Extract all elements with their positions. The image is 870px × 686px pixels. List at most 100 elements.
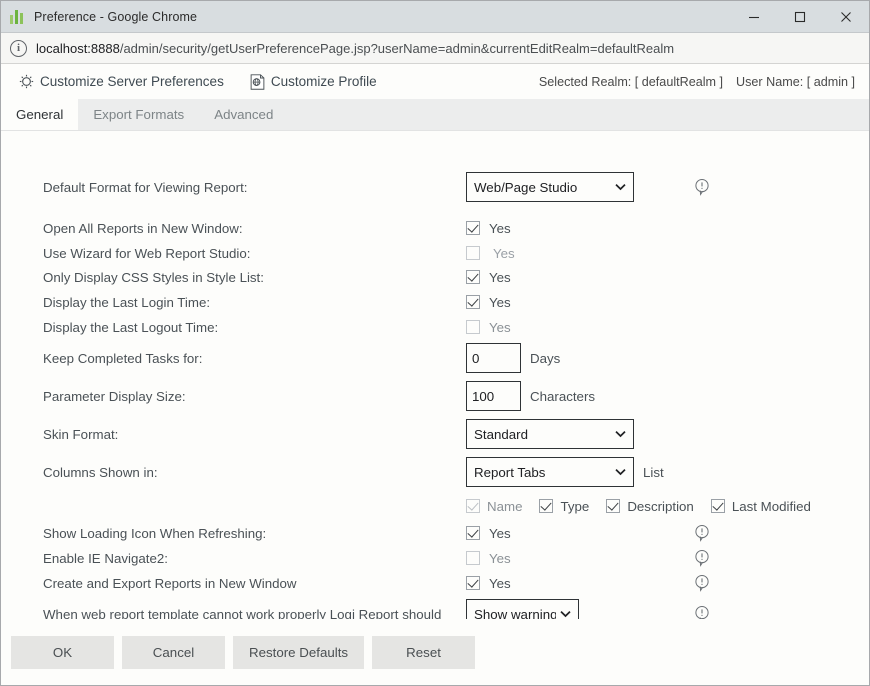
last-login-time-control: Yes	[466, 295, 511, 310]
row-parameter-display-size: Parameter Display Size: Characters	[1, 385, 869, 407]
customize-profile-link[interactable]: Customize Profile	[250, 74, 377, 90]
keep-completed-tasks-input[interactable]	[466, 343, 521, 373]
column-last-modified-label: Last Modified	[732, 499, 811, 514]
last-logout-time-control: Yes	[466, 320, 511, 335]
create-export-new-window-control: Yes	[466, 576, 511, 591]
site-info-icon[interactable]: i	[10, 40, 27, 57]
parameter-display-size-input[interactable]	[466, 381, 521, 411]
gear-icon	[19, 74, 34, 89]
use-wizard-label: Use Wizard for Web Report Studio:	[43, 246, 250, 261]
last-logout-time-label: Display the Last Logout Time:	[43, 320, 218, 335]
address-bar[interactable]: i localhost:8888/admin/security/getUserP…	[1, 33, 869, 64]
last-login-time-label: Display the Last Login Time:	[43, 295, 210, 310]
customize-profile-label: Customize Profile	[271, 74, 377, 89]
show-loading-icon-label: Show Loading Icon When Refreshing:	[43, 526, 266, 541]
open-all-reports-checkbox[interactable]	[466, 221, 480, 235]
use-wizard-yes: Yes	[493, 246, 515, 261]
close-icon[interactable]	[823, 1, 869, 32]
tab-general[interactable]: General	[1, 99, 78, 130]
parameter-display-size-unit: Characters	[530, 389, 595, 404]
column-last-modified-checkbox[interactable]	[711, 499, 725, 513]
open-all-reports-control: Yes	[466, 221, 511, 236]
show-loading-icon-control: Yes	[466, 526, 511, 541]
maximize-icon[interactable]	[777, 1, 823, 32]
window-title: Preference - Google Chrome	[34, 10, 197, 24]
cancel-button[interactable]: Cancel	[122, 636, 225, 669]
bar-chart-logo-icon	[10, 9, 26, 25]
hint-callout-icon-enable-ie[interactable]	[693, 549, 711, 567]
reset-button[interactable]: Reset	[372, 636, 475, 669]
default-format-label: Default Format for Viewing Report:	[43, 180, 247, 195]
form-actions: OK Cancel Restore Defaults Reset	[1, 619, 869, 685]
column-description-checkbox[interactable]	[606, 499, 620, 513]
parameter-display-size-label: Parameter Display Size:	[43, 389, 186, 404]
last-logout-time-yes: Yes	[489, 320, 511, 335]
row-use-wizard: Use Wizard for Web Report Studio: Yes	[1, 242, 869, 264]
customize-server-preferences-label: Customize Server Preferences	[40, 74, 224, 89]
create-export-new-window-yes: Yes	[489, 576, 511, 591]
toolbar-status: Selected Realm: [ defaultRealm ] User Na…	[539, 75, 855, 89]
use-wizard-checkbox[interactable]	[466, 246, 480, 260]
restore-defaults-button[interactable]: Restore Defaults	[233, 636, 364, 669]
only-css-styles-yes: Yes	[489, 270, 511, 285]
row-last-logout-time: Display the Last Logout Time: Yes	[1, 316, 869, 338]
column-checkbox-type[interactable]: Type	[539, 499, 589, 514]
row-columns-shown-in: Columns Shown in: Report Tabs List	[1, 461, 869, 483]
last-login-time-yes: Yes	[489, 295, 511, 310]
hint-callout-icon-show-loading[interactable]	[693, 524, 711, 542]
columns-shown-in-select-wrap: Report Tabs	[466, 457, 634, 487]
skin-format-label: Skin Format:	[43, 427, 118, 442]
window-controls	[731, 1, 869, 32]
row-column-checkboxes: Name Type Description Last Modified	[1, 495, 869, 517]
columns-shown-in-suffix: List	[643, 465, 664, 480]
column-checkbox-name[interactable]: Name	[466, 499, 522, 514]
only-css-styles-label: Only Display CSS Styles in Style List:	[43, 270, 264, 285]
user-name-label: User Name: [ admin ]	[736, 75, 855, 89]
columns-shown-in-control: Report Tabs List	[466, 457, 664, 487]
enable-ie-navigate2-checkbox[interactable]	[466, 551, 480, 565]
columns-shown-in-label: Columns Shown in:	[43, 465, 158, 480]
last-login-time-checkbox[interactable]	[466, 295, 480, 309]
only-css-styles-checkbox[interactable]	[466, 270, 480, 284]
show-loading-icon-checkbox[interactable]	[466, 526, 480, 540]
default-format-select-wrap: Web/Page Studio	[466, 172, 634, 202]
enable-ie-navigate2-control: Yes	[466, 551, 511, 566]
create-export-new-window-checkbox[interactable]	[466, 576, 480, 590]
columns-shown-in-select[interactable]: Report Tabs	[466, 457, 634, 487]
customize-server-preferences-link[interactable]: Customize Server Preferences	[19, 74, 224, 89]
hint-callout-icon-create-export[interactable]	[693, 574, 711, 592]
use-wizard-control: Yes	[466, 246, 515, 261]
ok-button[interactable]: OK	[11, 636, 114, 669]
title-bar: Preference - Google Chrome	[1, 1, 869, 33]
url-text: localhost:8888/admin/security/getUserPre…	[36, 41, 674, 56]
enable-ie-navigate2-yes: Yes	[489, 551, 511, 566]
row-only-css-styles: Only Display CSS Styles in Style List: Y…	[1, 266, 869, 288]
column-description-label: Description	[627, 499, 694, 514]
default-format-select[interactable]: Web/Page Studio	[466, 172, 634, 202]
last-logout-time-checkbox[interactable]	[466, 320, 480, 334]
url-host: localhost:8888	[36, 41, 120, 56]
column-type-label: Type	[560, 499, 589, 514]
hint-callout-icon-default-format[interactable]	[693, 178, 711, 196]
row-show-loading-icon: Show Loading Icon When Refreshing: Yes	[1, 522, 869, 544]
column-type-checkbox[interactable]	[539, 499, 553, 513]
row-default-format: Default Format for Viewing Report: Web/P…	[1, 176, 869, 198]
tab-advanced[interactable]: Advanced	[199, 99, 288, 130]
default-format-control: Web/Page Studio	[466, 172, 634, 202]
skin-format-select[interactable]: Standard	[466, 419, 634, 449]
create-export-new-window-label: Create and Export Reports in New Window	[43, 576, 297, 591]
selected-realm-label: Selected Realm: [ defaultRealm ]	[539, 75, 723, 89]
template-failure-select[interactable]: Show warning	[466, 599, 579, 619]
minimize-icon[interactable]	[731, 1, 777, 32]
tab-export-formats[interactable]: Export Formats	[78, 99, 199, 130]
column-name-label: Name	[487, 499, 522, 514]
keep-completed-tasks-label: Keep Completed Tasks for:	[43, 351, 202, 366]
column-checkbox-description[interactable]: Description	[606, 499, 694, 514]
column-name-checkbox[interactable]	[466, 499, 480, 513]
column-checkbox-last-modified[interactable]: Last Modified	[711, 499, 811, 514]
hint-callout-icon-template-failure[interactable]	[693, 605, 711, 619]
skin-format-control: Standard	[466, 419, 634, 449]
template-failure-label: When web report template cannot work pro…	[43, 607, 441, 620]
only-css-styles-control: Yes	[466, 270, 511, 285]
tab-bar: General Export Formats Advanced	[1, 99, 869, 131]
